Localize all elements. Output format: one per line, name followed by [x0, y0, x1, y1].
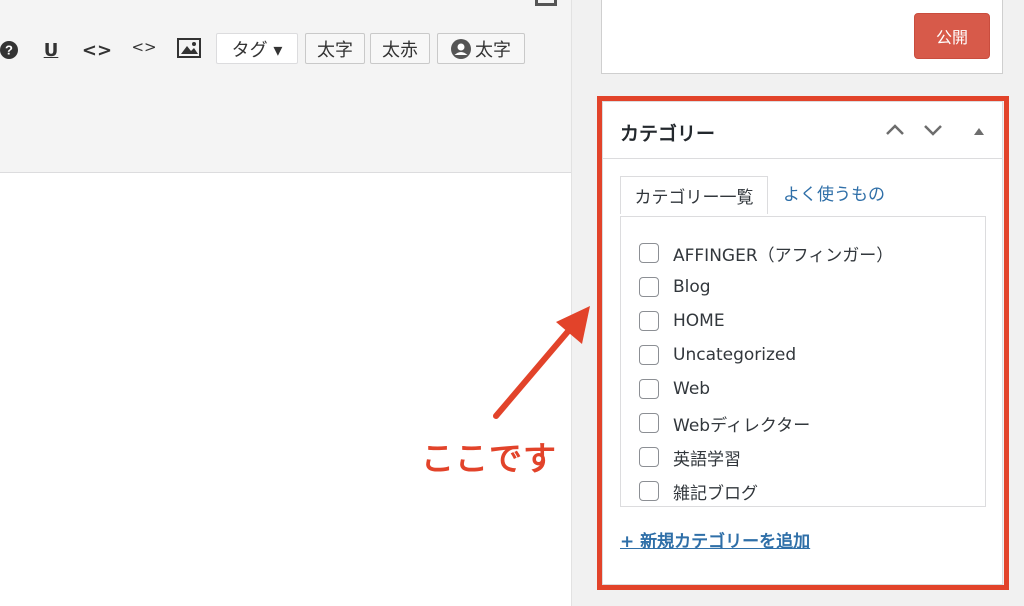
- bold-button[interactable]: 太字: [305, 33, 365, 64]
- help-icon[interactable]: ?: [0, 36, 18, 64]
- highlight-frame: [597, 96, 1009, 590]
- annotation-arrow-icon: [493, 306, 590, 419]
- annotation-text: ここです: [421, 439, 557, 478]
- publish-button[interactable]: 公開: [914, 13, 990, 59]
- user-bold-button[interactable]: 太字: [437, 33, 525, 64]
- bold-red-button[interactable]: 太赤: [370, 33, 430, 64]
- code-button[interactable]: <>: [82, 36, 112, 64]
- toolbar-cut-icon: [535, 0, 557, 6]
- inline-code-button[interactable]: <>: [131, 33, 156, 61]
- publish-box: 公開: [601, 0, 1003, 74]
- svg-text:?: ?: [5, 43, 13, 58]
- tag-dropdown[interactable]: タグ ▾: [216, 33, 298, 64]
- underline-button[interactable]: U: [40, 36, 62, 64]
- editor-toolbar: ? U <> <> タグ ▾ 太字 太赤 太字: [0, 0, 571, 173]
- user-bold-label: 太字: [475, 39, 511, 61]
- user-icon: [451, 38, 471, 59]
- image-icon[interactable]: [176, 34, 202, 62]
